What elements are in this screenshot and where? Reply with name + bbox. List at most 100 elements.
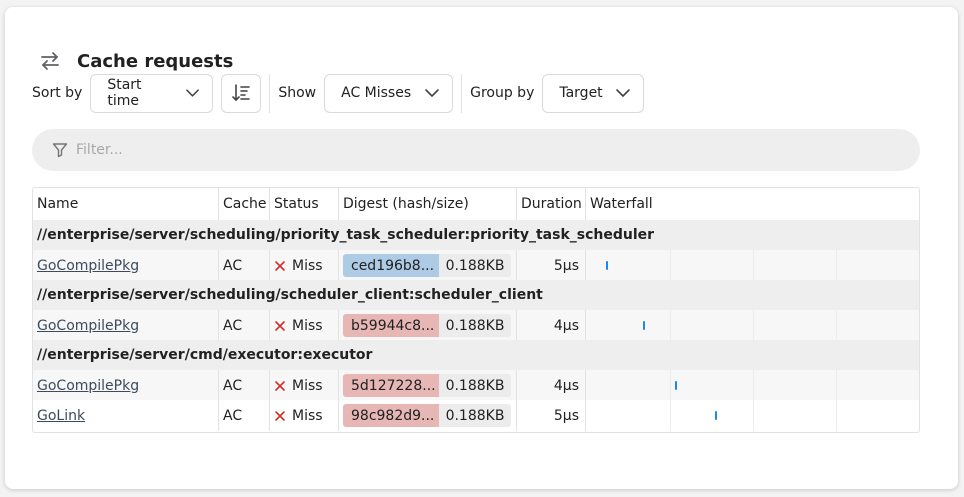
table-row: GoCompilePkg AC Miss b59944c8... 0.188KB 4µs — [33, 310, 919, 341]
close-icon — [275, 320, 285, 331]
target-label: //enterprise/server/cmd/executor:executo… — [37, 347, 373, 363]
status-cell: Miss — [270, 370, 339, 401]
waterfall-gridline — [836, 250, 837, 281]
column-header-name: Name — [33, 188, 219, 220]
sort-by-select[interactable]: Start time — [90, 73, 214, 113]
cache-cell: AC — [219, 400, 270, 431]
column-header-digest: Digest (hash/size) — [339, 188, 517, 220]
table-row: GoCompilePkg AC Miss ced196b8... 0.188KB 5µs — [33, 250, 919, 281]
action-link[interactable]: GoCompilePkg — [37, 378, 139, 394]
waterfall-cell — [586, 400, 919, 431]
duration-value: 5µs — [553, 407, 579, 424]
duration-cell: 5µs — [517, 250, 586, 281]
status-cell: Miss — [270, 250, 339, 281]
waterfall-cell — [586, 250, 919, 281]
controls-bar: Sort by Start time Show AC Misses Group … — [32, 73, 645, 113]
show-select[interactable]: AC Misses — [324, 73, 454, 113]
waterfall-gridline — [753, 310, 754, 341]
action-link[interactable]: GoCompilePkg — [37, 318, 139, 334]
cache-requests-table: Name Cache Status Digest (hash/size) Dur… — [32, 187, 920, 433]
card-header: Cache requests — [38, 47, 233, 75]
table-row: GoLink AC Miss 98c982d9... 0.188KB 5µs — [33, 400, 919, 431]
waterfall-gridline — [753, 400, 754, 431]
digest-size: 0.188KB — [439, 374, 511, 397]
waterfall-gridline — [670, 400, 671, 431]
card-title: Cache requests — [77, 50, 234, 72]
sort-by-value: Start time — [107, 77, 142, 109]
sort-direction-button[interactable] — [221, 73, 262, 113]
status-label: Miss — [292, 317, 323, 334]
cache-type: AC — [223, 317, 243, 334]
duration-cell: 5µs — [517, 400, 586, 431]
divider — [269, 73, 271, 113]
column-header-status: Status — [270, 188, 339, 220]
group-by-label: Group by — [470, 85, 535, 101]
name-cell: GoLink — [33, 400, 219, 431]
status-label: Miss — [292, 257, 323, 274]
close-icon — [275, 410, 285, 421]
name-cell: GoCompilePkg — [33, 250, 219, 281]
status-miss: Miss — [274, 318, 323, 334]
waterfall-gridline — [670, 310, 671, 341]
show-value: AC Misses — [341, 85, 412, 101]
duration-value: 4µs — [553, 377, 579, 394]
digest-chip[interactable]: 98c982d9... 0.188KB — [343, 404, 511, 427]
waterfall-bar[interactable] — [606, 261, 608, 270]
digest-size: 0.188KB — [439, 254, 511, 277]
digest-size: 0.188KB — [439, 404, 511, 427]
table-header-row: Name Cache Status Digest (hash/size) Dur… — [33, 188, 919, 220]
digest-chip[interactable]: b59944c8... 0.188KB — [343, 314, 511, 337]
digest-size: 0.188KB — [439, 314, 511, 337]
divider — [461, 73, 463, 113]
chevron-down-icon — [186, 89, 200, 97]
sort-by-label: Sort by — [32, 85, 83, 101]
cache-cell: AC — [219, 250, 270, 281]
column-header-cache: Cache — [219, 188, 270, 220]
filter-bar[interactable] — [32, 129, 920, 171]
cache-type: AC — [223, 257, 243, 274]
sort-direction-icon — [232, 84, 251, 101]
show-label: Show — [278, 85, 317, 101]
waterfall-gridline — [836, 310, 837, 341]
group-by-value: Target — [559, 85, 603, 101]
waterfall-bar[interactable] — [643, 321, 645, 330]
status-miss: Miss — [274, 378, 323, 394]
duration-value: 4µs — [553, 317, 579, 334]
waterfall-bar[interactable] — [715, 411, 717, 420]
digest-cell: 5d127228... 0.188KB — [339, 370, 517, 401]
status-label: Miss — [292, 407, 323, 424]
waterfall-gridline — [836, 400, 837, 431]
name-cell: GoCompilePkg — [33, 310, 219, 341]
target-group-row: //enterprise/server/scheduling/priority_… — [33, 220, 919, 250]
waterfall-gridline — [753, 250, 754, 281]
digest-chip[interactable]: 5d127228... 0.188KB — [343, 374, 511, 397]
status-miss: Miss — [274, 408, 323, 424]
digest-hash: 5d127228... — [343, 374, 439, 397]
swap-arrows-icon — [38, 49, 62, 73]
waterfall-gridline — [836, 370, 837, 401]
digest-chip[interactable]: ced196b8... 0.188KB — [343, 254, 511, 277]
waterfall-cell — [586, 310, 919, 341]
group-by-select[interactable]: Target — [542, 73, 645, 113]
digest-cell: b59944c8... 0.188KB — [339, 310, 517, 341]
column-header-duration: Duration — [517, 188, 586, 220]
cache-cell: AC — [219, 310, 270, 341]
target-group-row: //enterprise/server/scheduling/scheduler… — [33, 280, 919, 310]
target-label: //enterprise/server/scheduling/priority_… — [37, 227, 655, 243]
column-header-waterfall: Waterfall — [590, 196, 653, 212]
action-link[interactable]: GoCompilePkg — [37, 258, 139, 274]
waterfall-gridline — [753, 370, 754, 401]
filter-input[interactable] — [76, 142, 856, 158]
waterfall-bar[interactable] — [675, 381, 677, 390]
duration-value: 5µs — [553, 257, 579, 274]
close-icon — [275, 380, 285, 391]
duration-cell: 4µs — [517, 310, 586, 341]
table-row: GoCompilePkg AC Miss 5d127228... 0.188KB 4µs — [33, 370, 919, 401]
digest-hash: ced196b8... — [343, 254, 439, 277]
cache-type: AC — [223, 377, 243, 394]
name-cell: GoCompilePkg — [33, 370, 219, 401]
target-group-row: //enterprise/server/cmd/executor:executo… — [33, 340, 919, 370]
chevron-down-icon — [425, 89, 439, 97]
action-link[interactable]: GoLink — [37, 408, 85, 424]
status-cell: Miss — [270, 310, 339, 341]
